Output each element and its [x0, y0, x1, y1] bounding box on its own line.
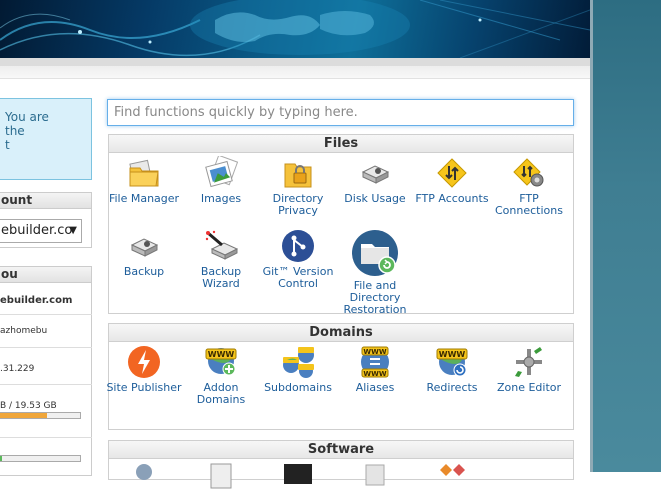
ftp-accounts-icon [435, 156, 469, 190]
domain-select[interactable]: ebuilder.co ▼ [0, 219, 82, 243]
addon-domains-label: Addon Domains [196, 381, 246, 406]
disk-usage-bar [0, 412, 81, 419]
git-version-control-link[interactable]: Git™ Version Control [259, 229, 337, 290]
backup-wizard-label: Backup Wizard [200, 265, 242, 290]
sidebar-notice: You are the t [0, 98, 92, 180]
software-panel-title: Software [109, 441, 573, 459]
package-icon [358, 462, 392, 496]
primary-domain-value: ebuilder.com [0, 295, 73, 306]
zone-editor-link[interactable]: Zone Editor [490, 345, 568, 394]
backup-icon [127, 229, 161, 263]
notice-line: the [5, 124, 25, 138]
backup-label: Backup [123, 265, 165, 278]
divider [0, 314, 92, 315]
directory-privacy-link[interactable]: Directory Privacy [259, 156, 337, 217]
ftp-connections-link[interactable]: FTP Connections [490, 156, 568, 217]
images-link[interactable]: Images [182, 154, 260, 205]
disk-usage-fill [0, 413, 47, 418]
software-item[interactable] [259, 462, 337, 496]
site-publisher-icon [127, 345, 161, 379]
svg-text:WWW: WWW [208, 350, 235, 359]
domain-select-value: ebuilder.co [1, 223, 73, 238]
images-label: Images [200, 192, 242, 205]
general-info-header: ou [0, 267, 91, 283]
redirects-icon: WWW [435, 345, 469, 379]
page-background-edge [590, 0, 661, 472]
software-item[interactable] [336, 462, 414, 496]
redirects-label: Redirects [426, 381, 478, 394]
restoration-icon [351, 229, 399, 277]
page-edge-border [590, 0, 593, 472]
directory-privacy-icon [281, 156, 315, 190]
file-directory-restoration-link[interactable]: File and Directory Restoration [336, 229, 414, 316]
document-icon [204, 462, 238, 496]
ip-address-value: .31.229 [0, 364, 35, 374]
disk-usage-value: B / 19.53 GB [0, 401, 57, 411]
divider [0, 437, 92, 438]
disk-usage-icon [358, 156, 392, 190]
software-item[interactable] [182, 462, 260, 496]
ftp-connections-icon [512, 156, 546, 190]
search-input[interactable] [107, 99, 574, 126]
addon-domains-link[interactable]: WWW Addon Domains [182, 345, 260, 406]
site-publisher-link[interactable]: Site Publisher [105, 345, 183, 394]
git-icon [281, 229, 315, 263]
svg-text:WWW: WWW [439, 350, 466, 359]
images-icon [204, 154, 239, 190]
divider [0, 384, 92, 385]
backup-wizard-link[interactable]: Backup Wizard [182, 229, 260, 290]
zone-editor-icon [512, 345, 546, 379]
zone-editor-label: Zone Editor [496, 381, 562, 394]
usage-bar [0, 455, 81, 462]
apps-icon [435, 462, 469, 496]
redirects-link[interactable]: WWW Redirects [413, 345, 491, 394]
banner-divider [0, 58, 590, 66]
globe-banner-graphic [0, 0, 590, 58]
ftp-connections-label: FTP Connections [495, 192, 563, 217]
divider [0, 347, 92, 348]
username-value: azhomebu [0, 326, 48, 336]
disk-usage-label: Disk Usage [344, 192, 406, 205]
addon-domains-icon: WWW [204, 345, 238, 379]
software-item[interactable] [105, 462, 183, 496]
disk-usage-link[interactable]: Disk Usage [336, 156, 414, 205]
header-banner [0, 0, 590, 58]
files-panel-title: Files [109, 135, 573, 153]
subdomains-link[interactable]: Subdomains [259, 345, 337, 394]
chevron-down-icon: ▼ [69, 225, 77, 236]
software-item[interactable] [413, 462, 491, 496]
git-version-control-label: Git™ Version Control [262, 265, 334, 290]
notice-line: t [5, 138, 10, 152]
subdomains-icon [281, 345, 315, 379]
svg-text:WWW: WWW [363, 348, 386, 356]
usage-fill [0, 456, 2, 461]
aliases-icon: WWW WWW [358, 345, 392, 379]
account-header: ount [0, 193, 91, 209]
ftp-accounts-link[interactable]: FTP Accounts [413, 156, 491, 205]
domains-panel-title: Domains [109, 324, 573, 342]
notice-line: You are [5, 110, 49, 124]
svg-text:WWW: WWW [363, 370, 386, 378]
directory-privacy-label: Directory Privacy [272, 192, 324, 217]
aliases-label: Aliases [355, 381, 395, 394]
terminal-icon [281, 462, 315, 496]
backup-link[interactable]: Backup [105, 229, 183, 278]
file-manager-icon [127, 156, 161, 190]
site-publisher-label: Site Publisher [106, 381, 182, 394]
file-directory-restoration-label: File and Directory Restoration [343, 279, 407, 316]
file-manager-link[interactable]: File Manager [105, 156, 183, 205]
software-app-icon [127, 462, 161, 496]
aliases-link[interactable]: WWW WWW Aliases [336, 345, 414, 394]
ftp-accounts-label: FTP Accounts [415, 192, 489, 205]
subdomains-label: Subdomains [264, 381, 332, 394]
file-manager-label: File Manager [108, 192, 180, 205]
backup-wizard-icon [204, 229, 239, 263]
top-bar [0, 66, 590, 79]
